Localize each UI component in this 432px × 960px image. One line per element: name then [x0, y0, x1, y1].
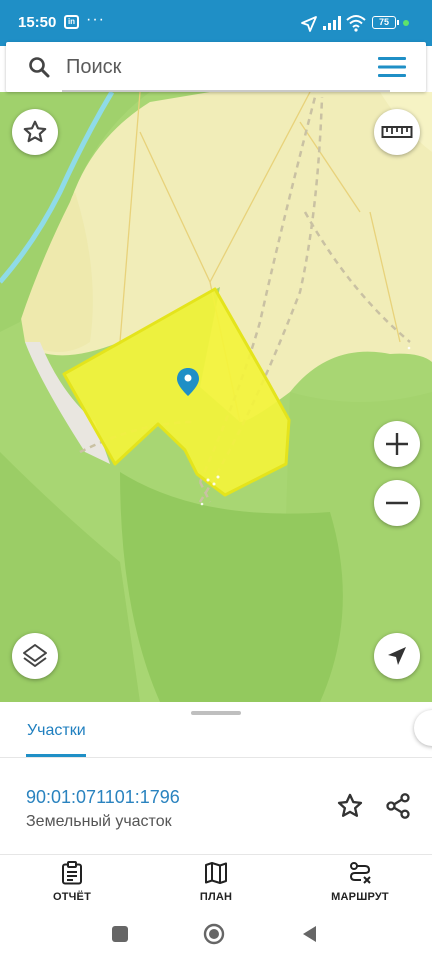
layers-button[interactable]	[12, 633, 58, 679]
location-status-icon	[301, 16, 317, 32]
layers-icon	[23, 644, 47, 667]
search-bar	[6, 42, 426, 92]
nav-report-label: ОТЧЁТ	[52, 891, 92, 903]
zoom-out-icon	[386, 501, 408, 505]
system-navigation-bar	[0, 912, 432, 960]
zoom-in-icon	[386, 433, 408, 455]
measure-button[interactable]	[374, 109, 420, 155]
ruler-icon	[381, 126, 413, 138]
app-notification-icon: in	[64, 15, 79, 29]
wifi-icon	[346, 15, 366, 32]
signal-icon	[323, 16, 341, 30]
share-icon[interactable]	[384, 792, 412, 820]
bottom-navigation: ОТЧЁТ ПЛАН МАРШРУТ	[0, 855, 432, 911]
route-icon	[349, 862, 371, 884]
home-button[interactable]	[203, 923, 225, 945]
map-icon	[205, 862, 227, 884]
status-time: 15:50	[18, 14, 57, 31]
back-button[interactable]	[300, 924, 318, 944]
search-underline	[62, 90, 390, 92]
more-notifications-icon: ···	[86, 11, 105, 28]
menu-icon[interactable]	[378, 56, 406, 78]
star-icon	[23, 120, 47, 143]
side-panel-toggle[interactable]	[414, 710, 432, 746]
nav-route-label: МАРШРУТ	[331, 891, 389, 903]
status-bar: 15:50 in ··· 75	[0, 0, 432, 46]
nav-plan[interactable]: ПЛАН	[166, 861, 266, 903]
nav-plan-label: ПЛАН	[199, 891, 233, 903]
map-view[interactable]	[0, 92, 432, 702]
favorites-button[interactable]	[12, 109, 58, 155]
clipboard-icon	[62, 861, 82, 885]
zoom-in-button[interactable]	[374, 421, 420, 467]
sheet-drag-handle[interactable]	[191, 711, 241, 715]
parcel-cadastral-number[interactable]: 90:01:071101:1796	[26, 787, 180, 808]
battery-icon: 75	[372, 16, 399, 29]
map-canvas[interactable]	[0, 92, 432, 702]
nav-report[interactable]: ОТЧЁТ	[22, 861, 122, 903]
search-input[interactable]	[66, 52, 396, 82]
tab-parcels[interactable]: Участки	[27, 722, 86, 740]
my-location-button[interactable]	[374, 633, 420, 679]
nav-route[interactable]: МАРШРУТ	[310, 861, 410, 903]
parcel-type: Земельный участок	[26, 813, 172, 830]
favorite-star-icon[interactable]	[336, 792, 364, 820]
tab-divider	[0, 757, 432, 758]
location-arrow-icon	[388, 647, 406, 665]
recents-button[interactable]	[112, 926, 128, 942]
search-icon[interactable]	[28, 56, 50, 78]
zoom-out-button[interactable]	[374, 480, 420, 526]
charging-dot	[403, 20, 409, 26]
